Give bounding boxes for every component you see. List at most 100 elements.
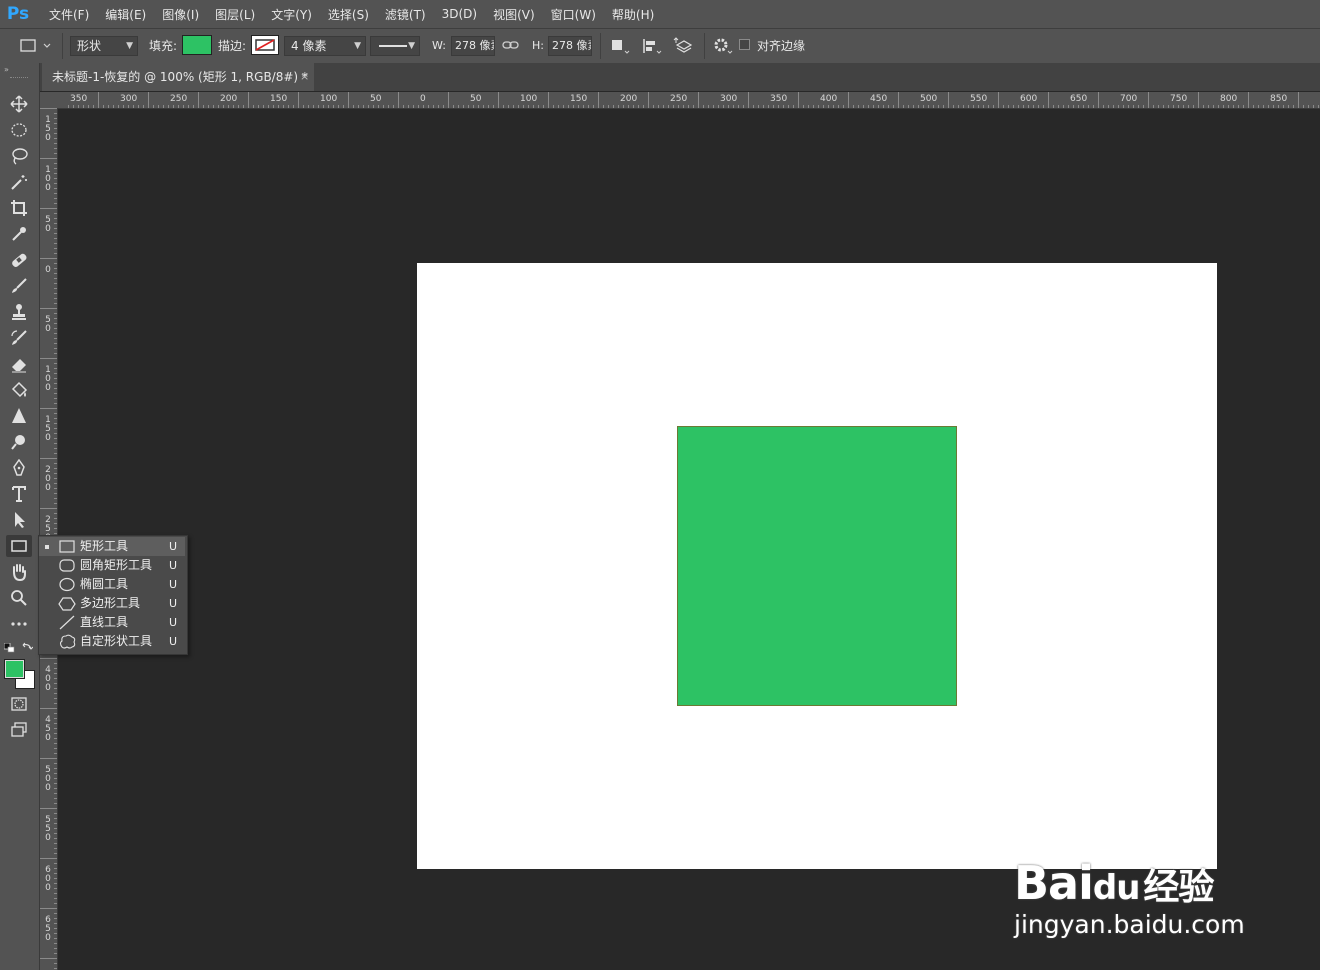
ruler-tick	[1278, 105, 1279, 108]
photoshop-logo: Ps	[6, 4, 30, 24]
blur-icon[interactable]	[6, 405, 32, 427]
ruler-tick	[40, 708, 57, 709]
shortcut-key: U	[169, 635, 178, 648]
ruler-tick	[54, 283, 57, 284]
width-field[interactable]: 278 像素	[451, 36, 495, 56]
menu-filter[interactable]: 滤镜(T)	[377, 6, 434, 23]
ruler-label: 500	[920, 94, 938, 104]
ruler-tick	[788, 105, 789, 108]
ruler-tick	[54, 853, 57, 854]
menu-select[interactable]: 选择(S)	[320, 6, 377, 23]
ruler-tick	[493, 105, 494, 108]
ruler-tick	[408, 105, 409, 108]
foreground-color-swatch[interactable]	[5, 660, 24, 678]
ruler-tick	[54, 128, 57, 129]
menu-help[interactable]: 帮助(H)	[604, 6, 662, 23]
path-selection-icon[interactable]	[6, 509, 32, 531]
zoom-icon[interactable]	[6, 587, 32, 609]
lasso-icon[interactable]	[6, 145, 32, 167]
rectangle-tool-icon[interactable]	[6, 535, 32, 557]
gear-icon[interactable]	[712, 37, 734, 55]
menu-view[interactable]: 视图(V)	[485, 6, 543, 23]
mode-dropdown[interactable]: 形状 ▼	[70, 36, 138, 56]
chevron-down-icon: ▼	[126, 41, 133, 51]
menu-3d[interactable]: 3D(D)	[434, 7, 485, 21]
ruler-tick	[54, 343, 57, 344]
height-label: H:	[532, 39, 544, 52]
healing-brush-icon[interactable]	[6, 249, 32, 271]
flyout-item-ellipse[interactable]: 椭圆工具 U	[39, 575, 185, 594]
menu-edit[interactable]: 编辑(E)	[97, 6, 154, 23]
flyout-item-rounded-rectangle[interactable]: 圆角矩形工具 U	[39, 556, 185, 575]
ruler-tick	[54, 133, 57, 134]
path-arrangement-icon[interactable]	[673, 36, 697, 56]
stroke-type-dropdown[interactable]: ▼	[370, 36, 420, 56]
swap-colors-icon[interactable]	[21, 641, 34, 653]
ruler-tick	[963, 105, 964, 108]
ruler-tick	[883, 105, 884, 108]
fill-swatch[interactable]	[182, 35, 212, 55]
ruler-tick	[1163, 105, 1164, 108]
eraser-icon[interactable]	[6, 353, 32, 375]
flyout-item-label: 椭圆工具	[80, 577, 129, 591]
ruler-tick	[498, 92, 499, 108]
ruler-tick	[273, 105, 274, 108]
ruler-tick	[54, 968, 57, 969]
move-tool-icon[interactable]	[6, 93, 32, 115]
ruler-tick	[54, 298, 57, 299]
ruler-tick	[278, 105, 279, 108]
flyout-item-line[interactable]: 直线工具 U	[39, 613, 185, 632]
align-edges-checkbox[interactable]	[739, 39, 750, 50]
menu-file[interactable]: 文件(F)	[41, 6, 97, 23]
pen-icon[interactable]	[6, 457, 32, 479]
menu-image[interactable]: 图像(I)	[154, 6, 207, 23]
clone-stamp-icon[interactable]	[6, 301, 32, 323]
stroke-swatch[interactable]	[251, 35, 279, 55]
close-icon[interactable]: ×	[300, 63, 309, 91]
hand-icon[interactable]	[6, 561, 32, 583]
path-operations-icon[interactable]	[609, 37, 631, 55]
ruler-tick	[433, 105, 434, 108]
eyedropper-icon[interactable]	[6, 223, 32, 245]
link-icon[interactable]	[502, 38, 520, 52]
ruler-tick	[833, 105, 834, 108]
ruler-tick	[54, 173, 57, 174]
paint-bucket-icon[interactable]	[6, 379, 32, 401]
flyout-item-rectangle[interactable]: 矩形工具 U	[39, 537, 185, 556]
ruler-tick	[54, 253, 57, 254]
more-tools-icon[interactable]	[6, 613, 32, 635]
tool-preset-picker[interactable]	[18, 37, 52, 55]
elliptical-marquee-icon[interactable]	[6, 119, 32, 141]
menu-window[interactable]: 窗口(W)	[543, 6, 604, 23]
history-brush-icon[interactable]	[6, 327, 32, 349]
screen-mode-icon[interactable]	[6, 719, 32, 741]
ruler-tick	[54, 913, 57, 914]
menu-type[interactable]: 文字(Y)	[263, 6, 320, 23]
magic-wand-icon[interactable]	[6, 171, 32, 193]
menu-layer[interactable]: 图层(L)	[207, 6, 263, 23]
height-field[interactable]: 278 像素	[548, 36, 592, 56]
ruler-tick	[54, 168, 57, 169]
ruler-tick	[173, 105, 174, 108]
ruler-tick	[908, 105, 909, 108]
collapse-panel-icon[interactable]: »	[4, 65, 9, 74]
type-icon[interactable]	[6, 483, 32, 505]
quick-mask-icon[interactable]	[6, 693, 32, 715]
stroke-width-dropdown[interactable]: 4 像素 ▼	[284, 36, 366, 56]
crop-icon[interactable]	[6, 197, 32, 219]
flyout-item-polygon[interactable]: 多边形工具 U	[39, 594, 185, 613]
ruler-tick	[418, 105, 419, 108]
ruler-tick	[54, 333, 57, 334]
ruler-tick	[1063, 105, 1064, 108]
panel-grip[interactable]	[10, 77, 28, 80]
document-tab[interactable]: 未标题-1-恢复的 @ 100% (矩形 1, RGB/8#) * ×	[42, 63, 314, 91]
brush-icon[interactable]	[6, 275, 32, 297]
horizontal-ruler[interactable]: 350 300 250 200 150 100 50 0 50 100 150 200 250 300 35…	[40, 92, 1320, 109]
default-colors-icon[interactable]	[3, 642, 16, 653]
ruler-label: 150	[45, 415, 51, 443]
rectangle-shape[interactable]	[677, 426, 957, 706]
path-alignment-icon[interactable]	[641, 37, 663, 55]
flyout-item-custom-shape[interactable]: 自定形状工具 U	[39, 632, 185, 651]
ruler-tick	[133, 105, 134, 108]
dodge-icon[interactable]	[6, 431, 32, 453]
